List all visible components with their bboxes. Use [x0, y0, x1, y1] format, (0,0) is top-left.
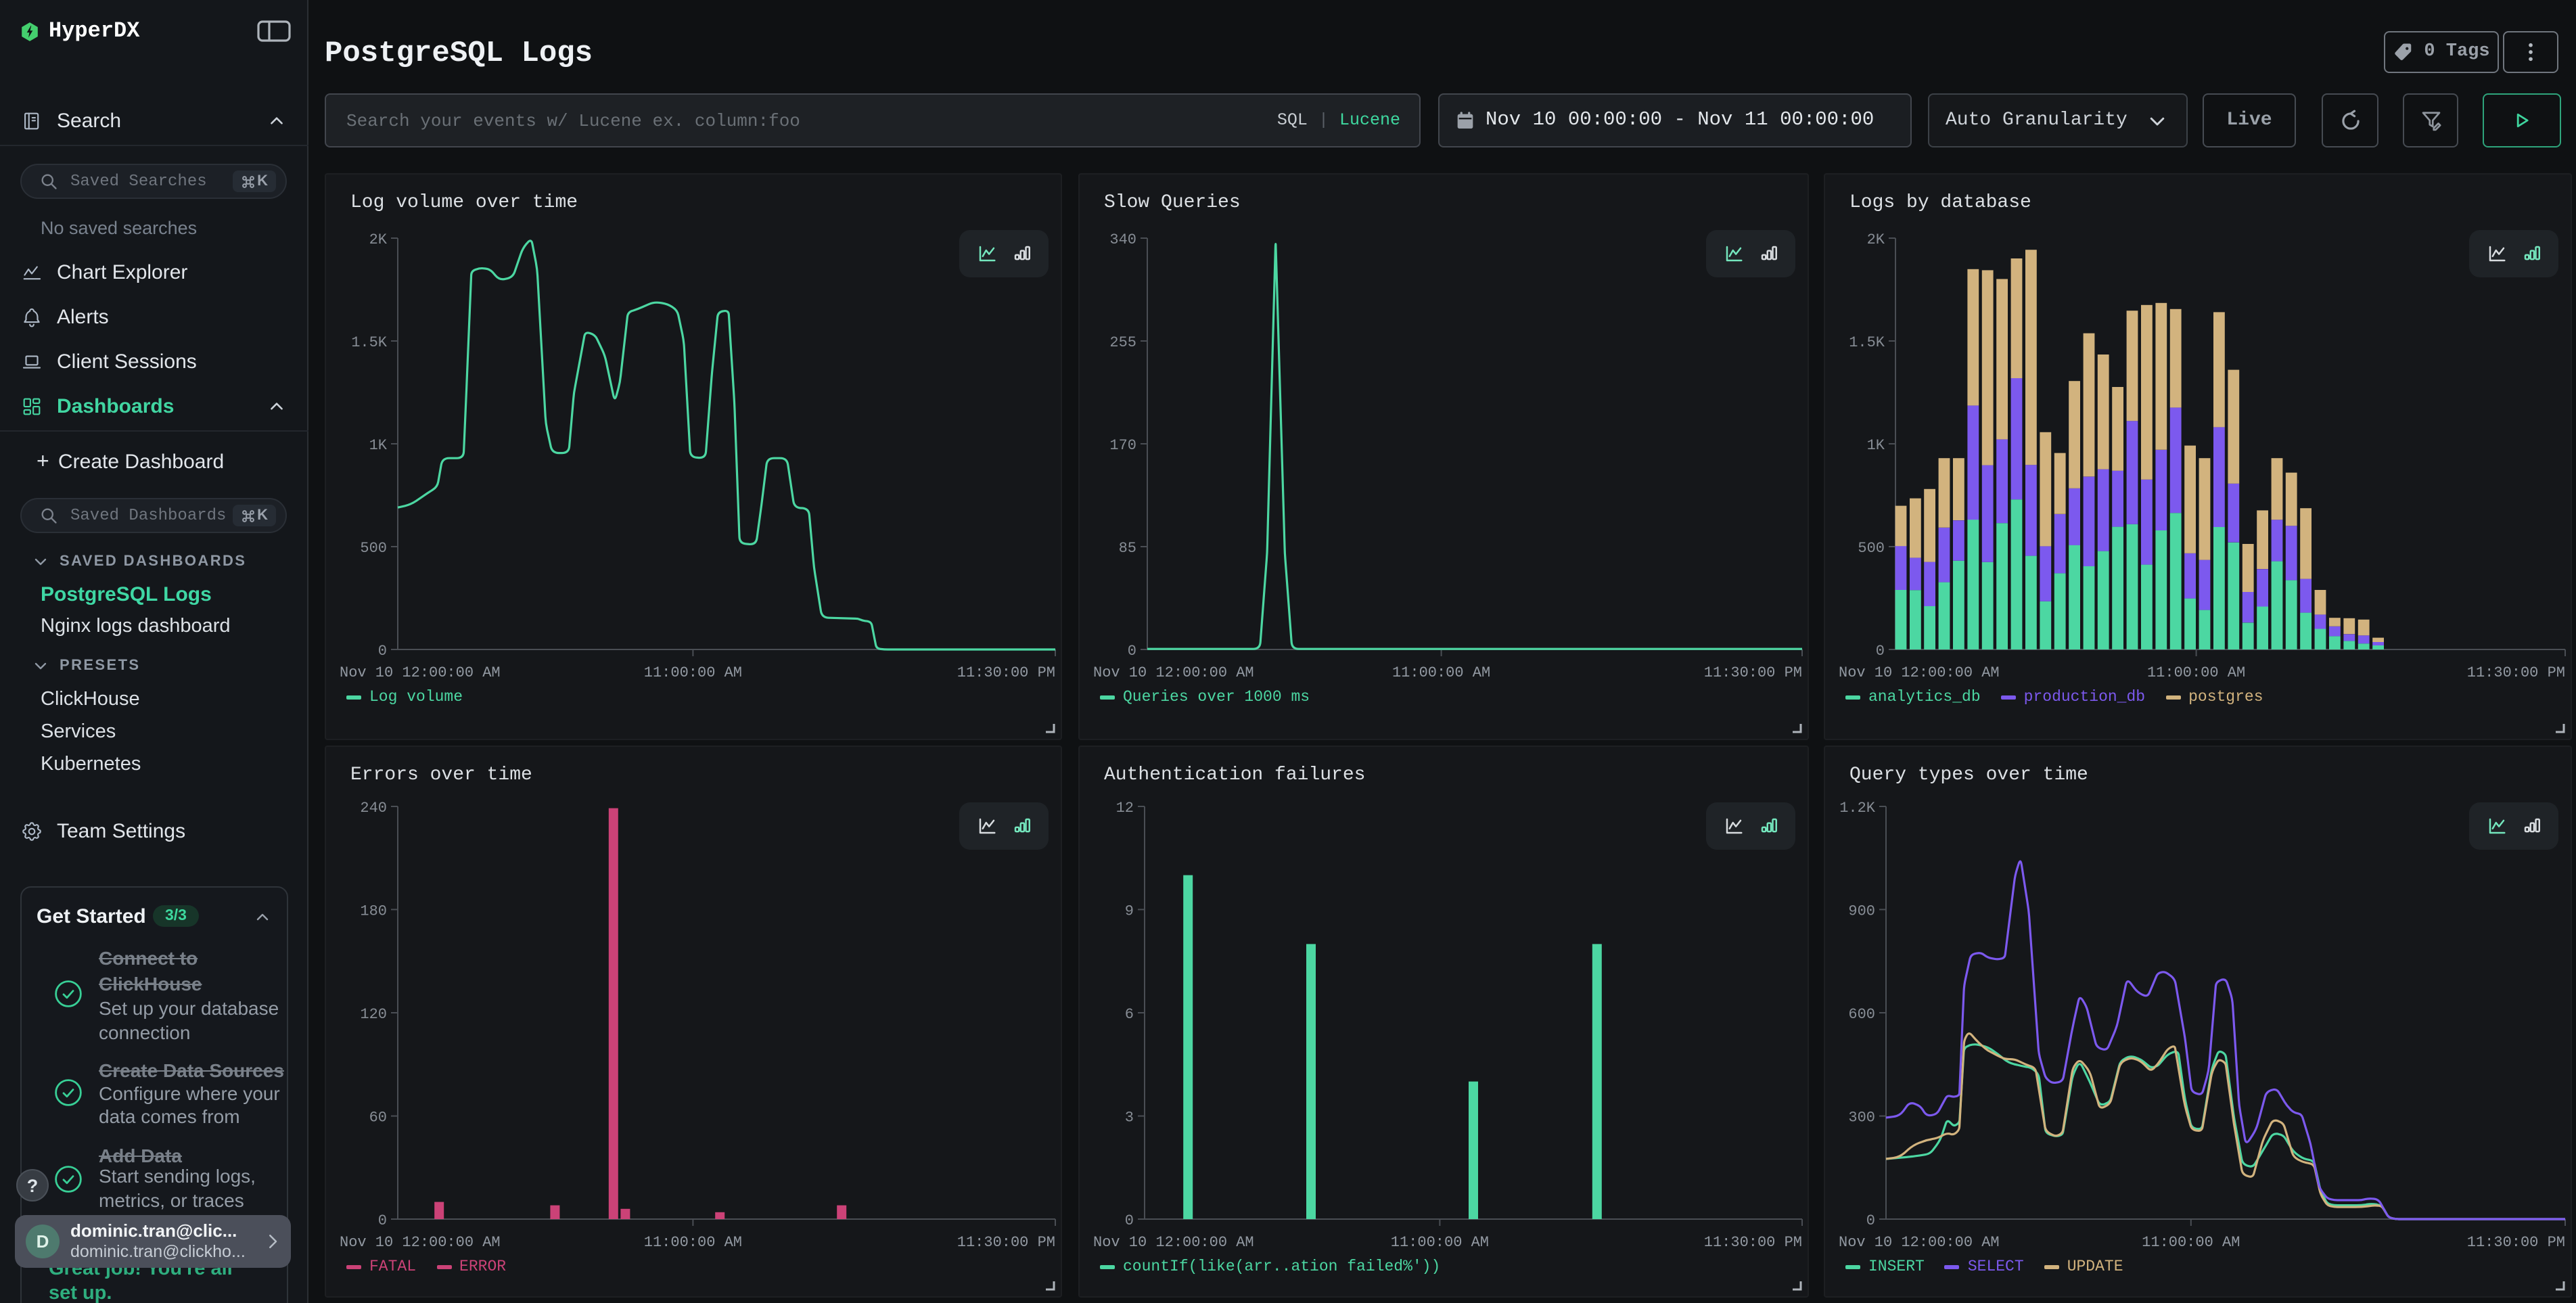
svg-text:11:00:00 AM: 11:00:00 AM [1391, 1234, 1489, 1251]
svg-text:Nov 10 12:00:00 AM: Nov 10 12:00:00 AM [1839, 1234, 2000, 1251]
svg-text:1.5K: 1.5K [1849, 334, 1885, 351]
svg-text:2K: 2K [369, 231, 388, 248]
svg-text:11:00:00 AM: 11:00:00 AM [644, 664, 742, 681]
svg-text:11:00:00 AM: 11:00:00 AM [2147, 664, 2245, 681]
svg-text:500: 500 [1858, 540, 1885, 557]
svg-text:170: 170 [1109, 437, 1136, 454]
svg-text:Nov 10 12:00:00 AM: Nov 10 12:00:00 AM [340, 664, 501, 681]
svg-text:0: 0 [1866, 1212, 1875, 1229]
svg-text:Nov 10 12:00:00 AM: Nov 10 12:00:00 AM [340, 1234, 501, 1251]
svg-text:0: 0 [1125, 1212, 1134, 1229]
svg-text:11:00:00 AM: 11:00:00 AM [1392, 664, 1490, 681]
svg-text:0: 0 [1876, 643, 1885, 660]
svg-text:2K: 2K [1867, 231, 1885, 248]
svg-text:11:30:00 PM: 11:30:00 PM [2467, 664, 2565, 681]
svg-text:11:30:00 PM: 11:30:00 PM [1704, 664, 1802, 681]
svg-text:1.5K: 1.5K [351, 334, 388, 351]
svg-text:0: 0 [378, 1212, 387, 1229]
svg-text:Nov 10 12:00:00 AM: Nov 10 12:00:00 AM [1093, 664, 1254, 681]
svg-text:11:00:00 AM: 11:00:00 AM [2142, 1234, 2240, 1251]
svg-text:11:30:00 PM: 11:30:00 PM [957, 664, 1055, 681]
svg-text:1.2K: 1.2K [1839, 800, 1876, 817]
svg-text:600: 600 [1848, 1006, 1875, 1023]
svg-text:9: 9 [1125, 902, 1134, 919]
svg-text:Nov 10 12:00:00 AM: Nov 10 12:00:00 AM [1093, 1234, 1254, 1251]
svg-text:11:00:00 AM: 11:00:00 AM [644, 1234, 742, 1251]
svg-text:85: 85 [1119, 540, 1136, 557]
svg-text:3: 3 [1125, 1110, 1134, 1126]
svg-text:11:30:00 PM: 11:30:00 PM [957, 1234, 1055, 1251]
svg-text:11:30:00 PM: 11:30:00 PM [1704, 1234, 1802, 1251]
svg-text:0: 0 [1128, 643, 1136, 660]
svg-text:120: 120 [360, 1006, 387, 1023]
svg-text:900: 900 [1848, 902, 1875, 919]
svg-text:Nov 10 12:00:00 AM: Nov 10 12:00:00 AM [1839, 664, 2000, 681]
svg-text:1K: 1K [369, 437, 388, 454]
svg-text:11:30:00 PM: 11:30:00 PM [2467, 1234, 2565, 1251]
svg-text:180: 180 [360, 902, 387, 919]
svg-text:0: 0 [378, 643, 387, 660]
svg-text:6: 6 [1125, 1006, 1134, 1023]
svg-text:240: 240 [360, 800, 387, 817]
svg-text:60: 60 [369, 1110, 387, 1126]
svg-text:340: 340 [1109, 231, 1136, 248]
svg-text:12: 12 [1116, 800, 1134, 817]
svg-text:255: 255 [1109, 334, 1136, 351]
svg-text:1K: 1K [1867, 437, 1885, 454]
svg-text:300: 300 [1848, 1110, 1875, 1126]
svg-text:500: 500 [360, 540, 387, 557]
